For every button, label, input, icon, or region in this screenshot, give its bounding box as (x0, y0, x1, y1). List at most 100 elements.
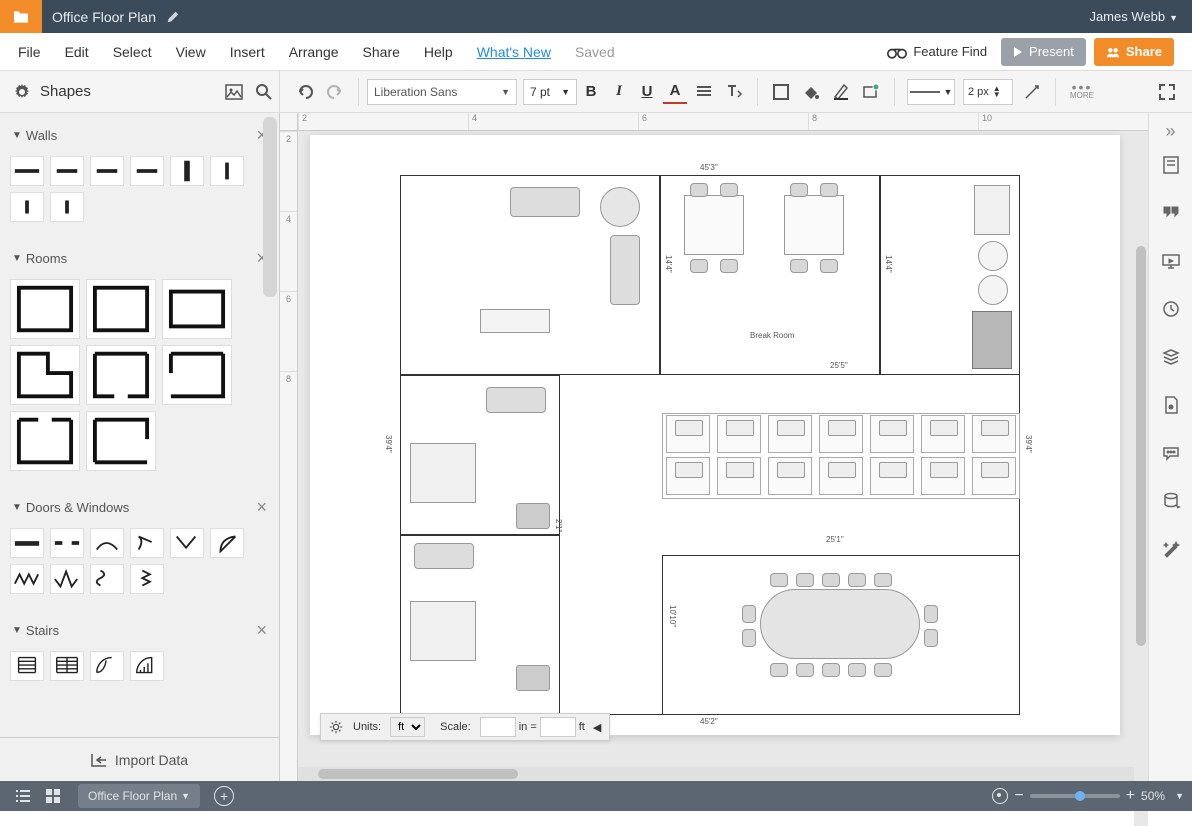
import-data-button[interactable]: Import Data (0, 737, 279, 781)
list-view-icon[interactable] (14, 787, 32, 805)
sofa[interactable] (486, 387, 546, 413)
room-shape[interactable] (162, 279, 232, 339)
shapes-gear-icon[interactable] (14, 84, 30, 100)
menu-select[interactable]: Select (113, 44, 152, 60)
fill-bucket-icon[interactable] (802, 83, 820, 101)
undo-icon[interactable] (296, 83, 314, 101)
text-options-icon[interactable] (725, 83, 743, 101)
round-table[interactable] (600, 187, 640, 227)
comments-icon[interactable] (1161, 203, 1181, 223)
shape-fill-icon[interactable] (772, 83, 790, 101)
layers-icon[interactable] (1161, 347, 1181, 367)
room-shape[interactable] (86, 345, 156, 405)
presentation-icon[interactable] (1161, 251, 1181, 271)
wall-shape[interactable] (10, 192, 44, 222)
sink[interactable] (978, 275, 1008, 305)
page-tab[interactable]: Office Floor Plan▼ (78, 784, 200, 808)
wall-shape[interactable] (170, 156, 204, 186)
menu-file[interactable]: File (18, 44, 41, 60)
door-shape[interactable] (170, 528, 204, 558)
workstation[interactable] (717, 457, 761, 495)
share-button[interactable]: Share (1094, 38, 1174, 66)
table[interactable] (684, 195, 744, 255)
scale-input-to[interactable] (540, 717, 576, 737)
conference-table[interactable] (760, 589, 920, 659)
menu-view[interactable]: View (176, 44, 206, 60)
magic-icon[interactable] (1161, 539, 1181, 559)
room-shape[interactable] (10, 345, 80, 405)
border-color-icon[interactable] (832, 83, 850, 101)
canvas-page[interactable]: 45'3" 45'2" 39'4" 39'4" Break Room 14'4"… (310, 135, 1120, 735)
room-shape[interactable] (10, 411, 80, 471)
edit-title-icon[interactable] (166, 10, 180, 24)
workstation[interactable] (972, 457, 1016, 495)
door-shape[interactable] (90, 528, 124, 558)
canvas-h-scrollbar[interactable] (298, 767, 1148, 781)
line-options-icon[interactable] (1023, 83, 1041, 101)
zoom-in-button[interactable]: + (1126, 787, 1135, 805)
l-desk[interactable] (410, 601, 476, 661)
stair-shape[interactable] (130, 651, 164, 681)
fullscreen-icon[interactable] (1158, 83, 1176, 101)
units-select[interactable]: ft (390, 717, 425, 737)
workstation[interactable] (972, 415, 1016, 453)
workstation[interactable] (870, 457, 914, 495)
door-shape[interactable] (50, 528, 84, 558)
wall-shape[interactable] (210, 156, 244, 186)
zoom-out-button[interactable]: − (1014, 787, 1023, 805)
stair-shape[interactable] (50, 651, 84, 681)
counter[interactable] (972, 311, 1012, 369)
workstation[interactable] (717, 415, 761, 453)
door-shape[interactable] (50, 564, 84, 594)
desk[interactable] (480, 309, 550, 333)
wall-shape[interactable] (50, 192, 84, 222)
zoom-level[interactable]: 50% (1141, 789, 1165, 803)
room-shape[interactable] (86, 411, 156, 471)
image-icon[interactable] (225, 83, 243, 101)
user-menu[interactable]: James Webb▼ (1075, 9, 1192, 24)
room-shape[interactable] (86, 279, 156, 339)
room-shape[interactable] (162, 345, 232, 405)
workstation[interactable] (921, 415, 965, 453)
page-settings-icon[interactable] (1161, 155, 1181, 175)
underline-button[interactable]: U (635, 80, 659, 104)
present-button[interactable]: Present (1001, 38, 1086, 66)
menu-arrange[interactable]: Arrange (289, 44, 339, 60)
wall-shape[interactable] (50, 156, 84, 186)
chair[interactable] (516, 665, 550, 691)
master-pages-icon[interactable] (1161, 395, 1181, 415)
collapse-right-panel-icon[interactable]: » (1165, 121, 1175, 141)
sofa[interactable] (610, 235, 640, 305)
sofa[interactable] (510, 187, 580, 217)
units-gear-icon[interactable] (329, 720, 343, 734)
chair[interactable] (516, 503, 550, 529)
door-shape[interactable] (130, 564, 164, 594)
workstation[interactable] (921, 457, 965, 495)
section-header-rooms[interactable]: ▼Rooms× (10, 244, 269, 273)
wall-shape[interactable] (90, 156, 124, 186)
document-title[interactable]: Office Floor Plan (42, 9, 166, 25)
search-icon[interactable] (255, 83, 273, 101)
stair-shape[interactable] (90, 651, 124, 681)
door-shape[interactable] (210, 528, 244, 558)
line-style-select[interactable]: ▼ (907, 79, 955, 105)
more-button[interactable]: ••• MORE (1070, 83, 1094, 100)
menu-whats-new[interactable]: What's New (477, 44, 551, 60)
door-shape[interactable] (90, 564, 124, 594)
units-collapse-icon[interactable]: ◀ (593, 721, 601, 734)
workstation[interactable] (666, 457, 710, 495)
menu-edit[interactable]: Edit (65, 44, 89, 60)
redo-icon[interactable] (326, 83, 344, 101)
scale-input-from[interactable] (480, 717, 516, 737)
shape-options-icon[interactable] (862, 83, 880, 101)
workstation[interactable] (768, 415, 812, 453)
room-shape[interactable] (10, 279, 80, 339)
door-shape[interactable] (10, 564, 44, 594)
chat-icon[interactable] (1161, 443, 1181, 463)
workstation[interactable] (870, 415, 914, 453)
history-icon[interactable] (1161, 299, 1181, 319)
grid-view-icon[interactable] (44, 787, 62, 805)
workstation[interactable] (768, 457, 812, 495)
close-section-icon[interactable]: × (256, 497, 267, 518)
appliance[interactable] (974, 185, 1010, 235)
